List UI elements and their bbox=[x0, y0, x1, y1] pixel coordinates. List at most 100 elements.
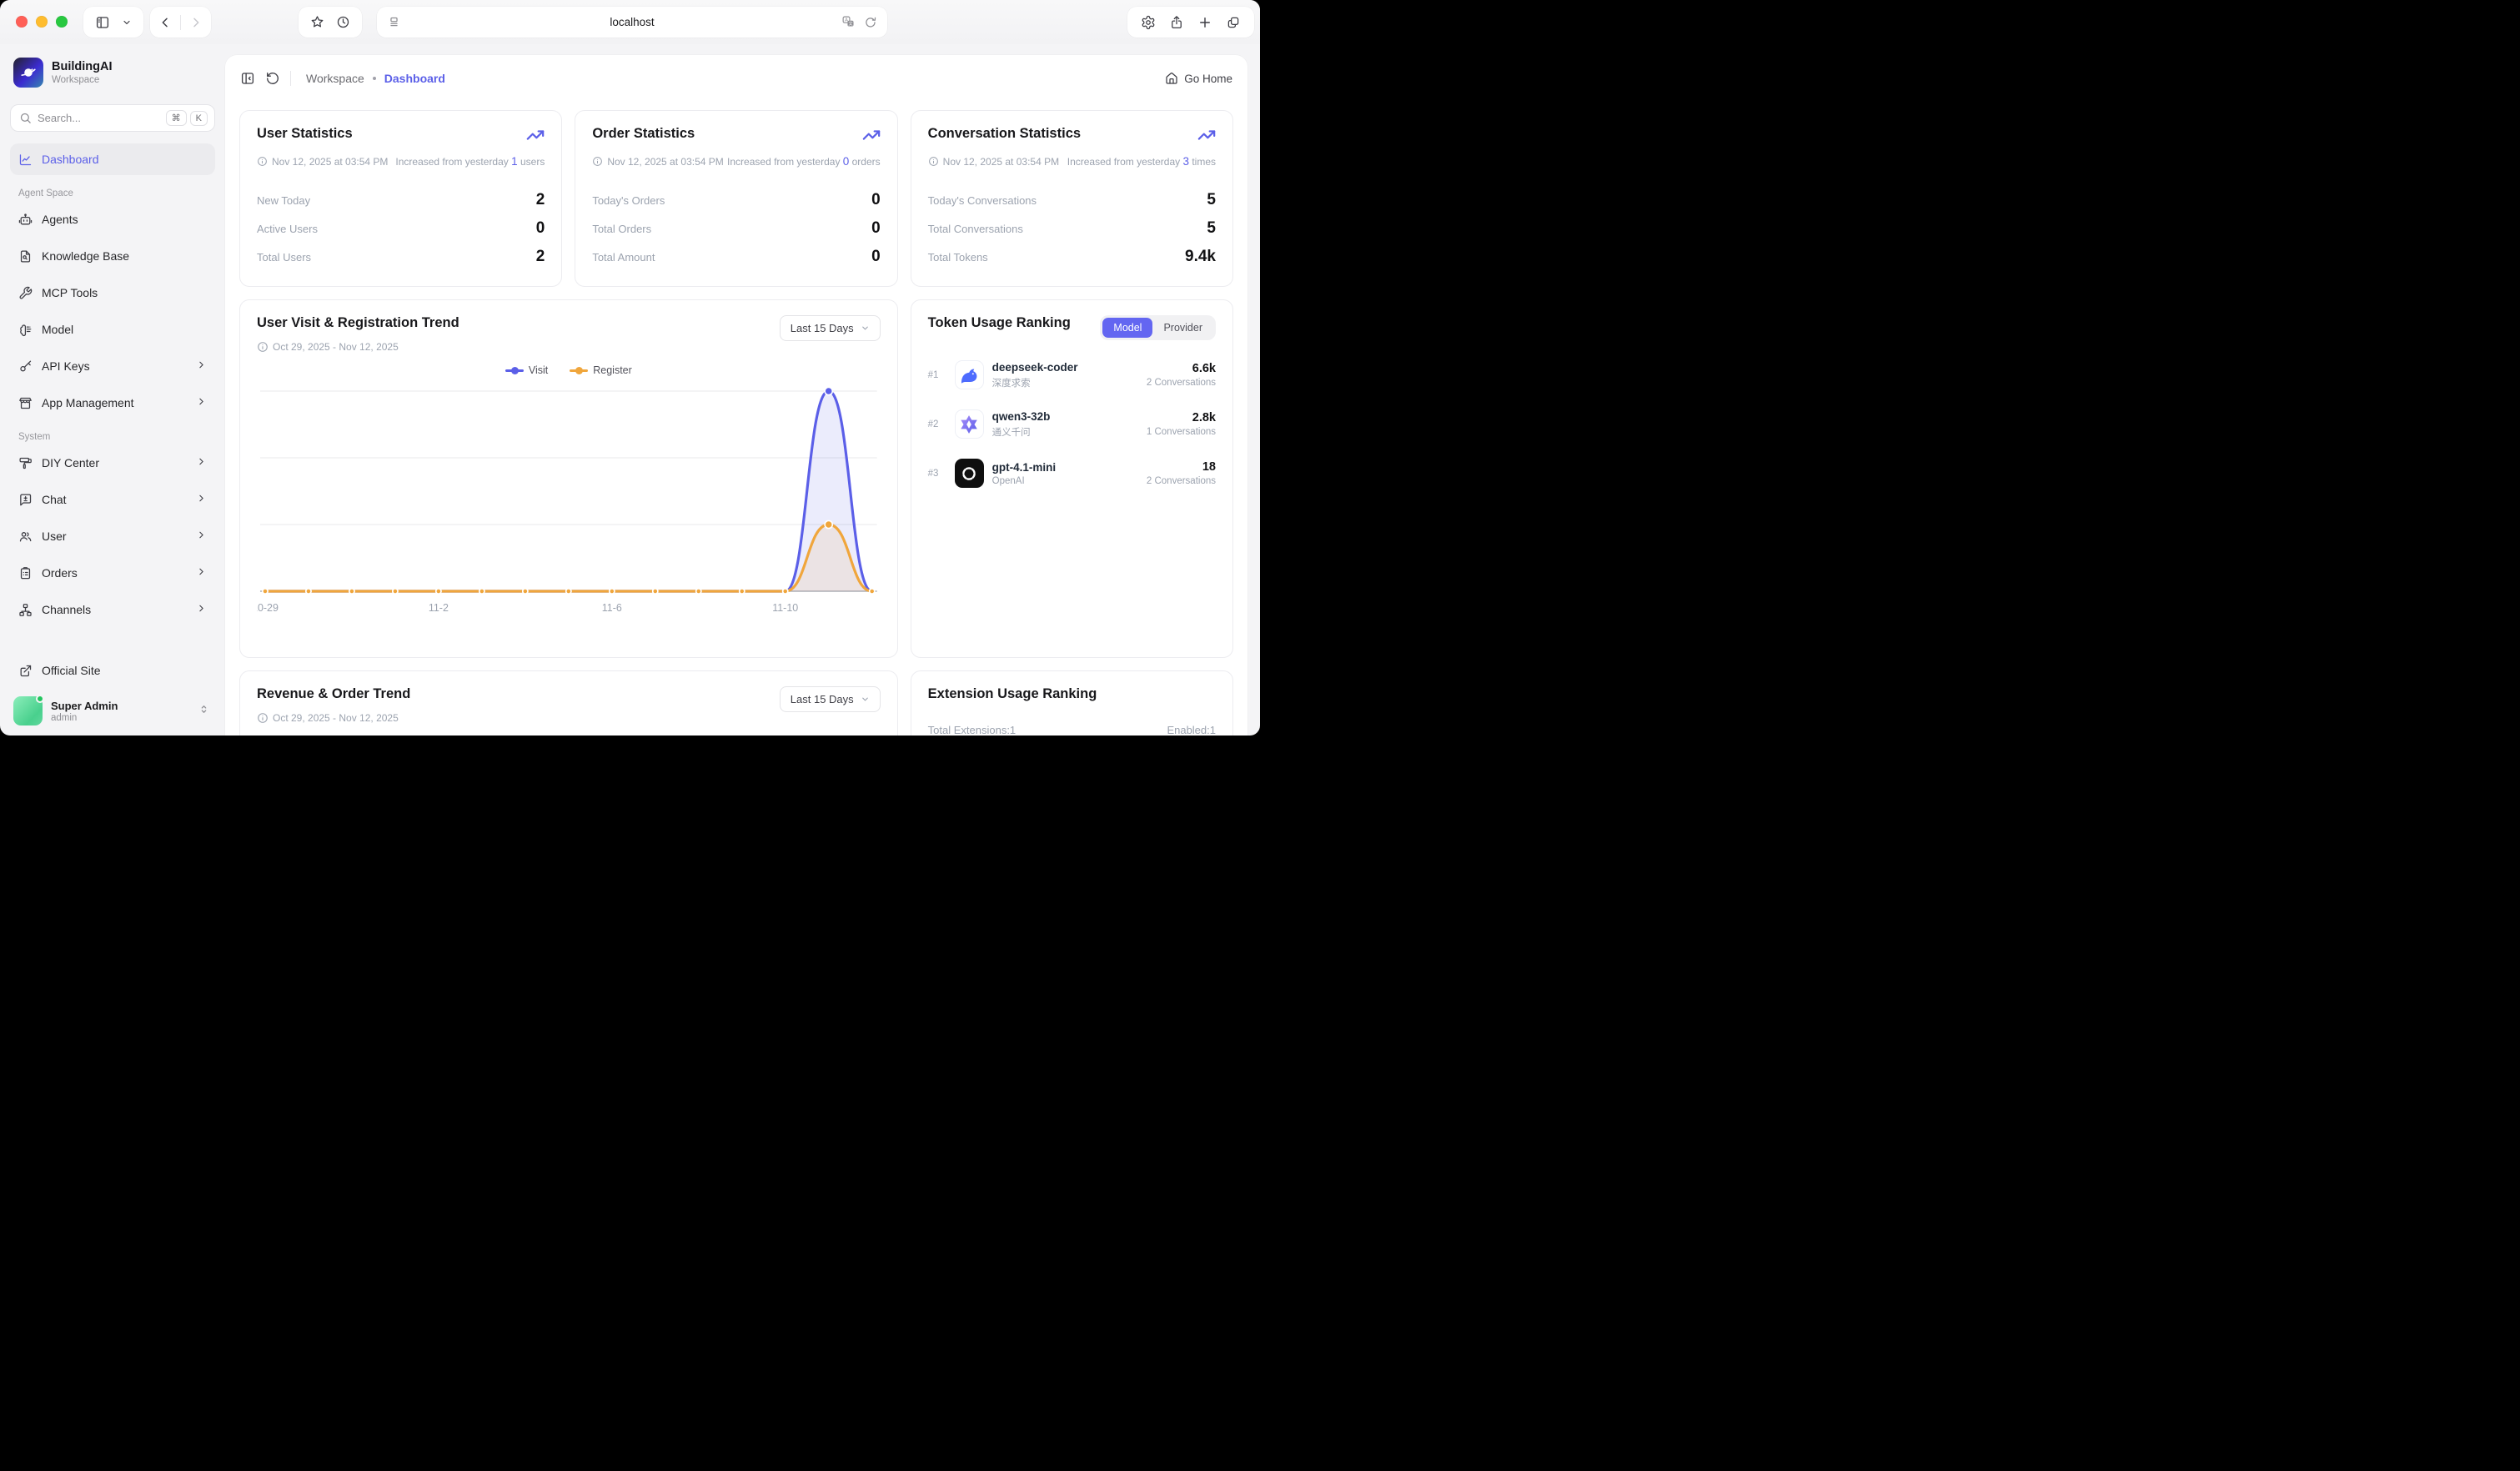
sidebar-item-label: Agents bbox=[42, 213, 78, 226]
message-square-diff-icon bbox=[18, 493, 33, 507]
wrench-icon bbox=[18, 286, 33, 300]
sidebar-item-label: Knowledge Base bbox=[42, 249, 129, 263]
file-search-icon bbox=[18, 249, 33, 264]
token-ranking-tabs: ModelProvider bbox=[1100, 315, 1216, 340]
token-ranking-row[interactable]: #2 qwen3-32b 通义千问 2.8k 1 Conversations bbox=[928, 409, 1216, 439]
sidebar-item-chat[interactable]: Chat bbox=[10, 484, 215, 515]
stat-card-title: Order Statistics bbox=[592, 126, 695, 142]
zoom-window-button[interactable] bbox=[56, 16, 68, 28]
app-logo bbox=[13, 58, 43, 88]
info-icon bbox=[257, 712, 269, 724]
sidebar-item-diy-center[interactable]: DIY Center bbox=[10, 447, 215, 479]
sidebar-toggle-group[interactable] bbox=[83, 7, 143, 38]
sidebar-item-api-keys[interactable]: API Keys bbox=[10, 350, 215, 382]
trending-up-icon bbox=[526, 126, 545, 144]
stat-value: 0 bbox=[871, 248, 881, 266]
legend-marker bbox=[505, 367, 524, 374]
new-tab-plus-icon[interactable] bbox=[1197, 15, 1212, 30]
refresh-icon[interactable] bbox=[265, 71, 280, 86]
model-provider: OpenAI bbox=[992, 476, 1057, 486]
workspace-brand[interactable]: BuildingAI Workspace bbox=[10, 54, 215, 88]
breadcrumb-dashboard[interactable]: Dashboard bbox=[384, 72, 445, 85]
stat-row: Today's Conversations 5 bbox=[928, 186, 1216, 214]
users-icon bbox=[18, 530, 33, 544]
close-window-button[interactable] bbox=[16, 16, 28, 28]
browser-sidebar-icon[interactable] bbox=[95, 15, 110, 30]
visit-register-chart[interactable]: Visit Register 10-2911-211-611-10 bbox=[257, 358, 881, 627]
token-ranking-row[interactable]: #1 deepseek-coder 深度求索 6.6k 2 Conversati… bbox=[928, 360, 1216, 389]
stat-label: Total Amount bbox=[592, 251, 655, 264]
stat-card-increase: Increased from yesterday 1 users bbox=[395, 155, 545, 168]
back-icon[interactable] bbox=[158, 16, 172, 29]
chevron-right-icon bbox=[196, 456, 207, 467]
go-home-button[interactable]: Go Home bbox=[1165, 72, 1232, 85]
history-clock-icon[interactable] bbox=[336, 15, 350, 29]
sidebar-item-label: DIY Center bbox=[42, 456, 99, 469]
token-ranking-title: Token Usage Ranking bbox=[928, 315, 1071, 331]
collapse-sidebar-icon[interactable] bbox=[240, 71, 255, 86]
settings-gear-icon[interactable] bbox=[1141, 15, 1156, 30]
sidebar-item-knowledge-base[interactable]: Knowledge Base bbox=[10, 240, 215, 272]
address-bar[interactable]: localhost A文 bbox=[377, 7, 887, 38]
visit-range-value: Last 15 Days bbox=[791, 322, 854, 334]
model-name: qwen3-32b bbox=[992, 410, 1051, 423]
stat-label: Total Orders bbox=[592, 223, 651, 235]
sidebar-item-orders[interactable]: Orders bbox=[10, 557, 215, 589]
revenue-trend-card: Revenue & Order Trend Oct 29, 2025 - Nov… bbox=[239, 670, 898, 736]
stat-label: Today's Conversations bbox=[928, 194, 1037, 207]
planet-icon bbox=[19, 63, 38, 82]
revenue-range-selector[interactable]: Last 15 Days bbox=[780, 686, 881, 712]
conversation-count: 2 Conversations bbox=[1147, 476, 1216, 486]
house-icon bbox=[1165, 72, 1178, 85]
reload-icon[interactable] bbox=[864, 16, 877, 29]
sidebar-item-user[interactable]: User bbox=[10, 520, 215, 552]
sidebar-item-channels[interactable]: Channels bbox=[10, 594, 215, 625]
share-icon[interactable] bbox=[1169, 15, 1184, 30]
legend-item-register[interactable]: Register bbox=[570, 364, 632, 376]
svg-text:10-29: 10-29 bbox=[257, 602, 279, 614]
model-provider: 通义千问 bbox=[992, 425, 1051, 439]
forward-icon[interactable] bbox=[189, 16, 203, 29]
stat-label: Total Tokens bbox=[928, 251, 988, 264]
url-text[interactable]: localhost bbox=[377, 16, 887, 28]
sidebar-item-app-management[interactable]: App Management bbox=[10, 387, 215, 419]
sidebar-item-agents[interactable]: Agents bbox=[10, 203, 215, 235]
sidebar-item-official-site[interactable]: Official Site bbox=[10, 655, 215, 686]
tabs-copy-icon[interactable] bbox=[1226, 15, 1241, 30]
bookmarks-star-icon[interactable] bbox=[310, 15, 324, 29]
stat-card-2: Conversation Statistics Nov 12, 2025 at … bbox=[911, 110, 1233, 287]
legend-item-visit[interactable]: Visit bbox=[505, 364, 548, 376]
info-icon bbox=[928, 156, 939, 167]
sidebar-item-model[interactable]: Model bbox=[10, 314, 215, 345]
sidebar-item-dashboard[interactable]: Dashboard bbox=[10, 143, 215, 175]
network-icon bbox=[18, 603, 33, 617]
chevron-down-icon[interactable] bbox=[122, 18, 132, 28]
translate-icon[interactable]: A文 bbox=[841, 15, 856, 29]
extensions-enabled: Enabled:1 bbox=[1167, 724, 1216, 736]
minimize-window-button[interactable] bbox=[36, 16, 48, 28]
tab-provider[interactable]: Provider bbox=[1152, 318, 1213, 338]
sidebar-section-label: Agent Space bbox=[18, 188, 215, 198]
search-input[interactable]: Search... ⌘ K bbox=[10, 104, 215, 132]
conversation-count: 2 Conversations bbox=[1147, 378, 1216, 388]
sidebar-item-mcp-tools[interactable]: MCP Tools bbox=[10, 277, 215, 309]
stat-row: Total Orders 0 bbox=[592, 214, 880, 243]
stat-value: 5 bbox=[1207, 191, 1216, 209]
sidebar-item-label: Orders bbox=[42, 566, 78, 580]
stat-card-title: User Statistics bbox=[257, 126, 353, 142]
browser-toolbar: localhost A文 bbox=[0, 0, 1260, 44]
visit-range-selector[interactable]: Last 15 Days bbox=[780, 315, 881, 341]
token-ranking-row[interactable]: #3 gpt-4.1-mini OpenAI 18 2 Conversation… bbox=[928, 459, 1216, 488]
breadcrumb-workspace[interactable]: Workspace bbox=[306, 72, 364, 85]
profile-name: Super Admin bbox=[51, 700, 118, 712]
window-actions-group bbox=[1127, 7, 1254, 38]
tab-model[interactable]: Model bbox=[1102, 318, 1152, 338]
browser-window: localhost A文 BuildingAI Workspace bbox=[0, 0, 1260, 736]
chevrons-up-down-icon[interactable] bbox=[198, 703, 210, 715]
breadcrumb-separator bbox=[373, 77, 376, 80]
stat-label: New Today bbox=[257, 194, 310, 207]
area-chart[interactable]: 10-2911-211-611-10 bbox=[257, 358, 881, 623]
stat-row: Total Amount 0 bbox=[592, 243, 880, 271]
user-profile-button[interactable]: Super Admin admin bbox=[10, 693, 215, 727]
extension-ranking-card: Extension Usage Ranking Total Extensions… bbox=[911, 670, 1233, 736]
